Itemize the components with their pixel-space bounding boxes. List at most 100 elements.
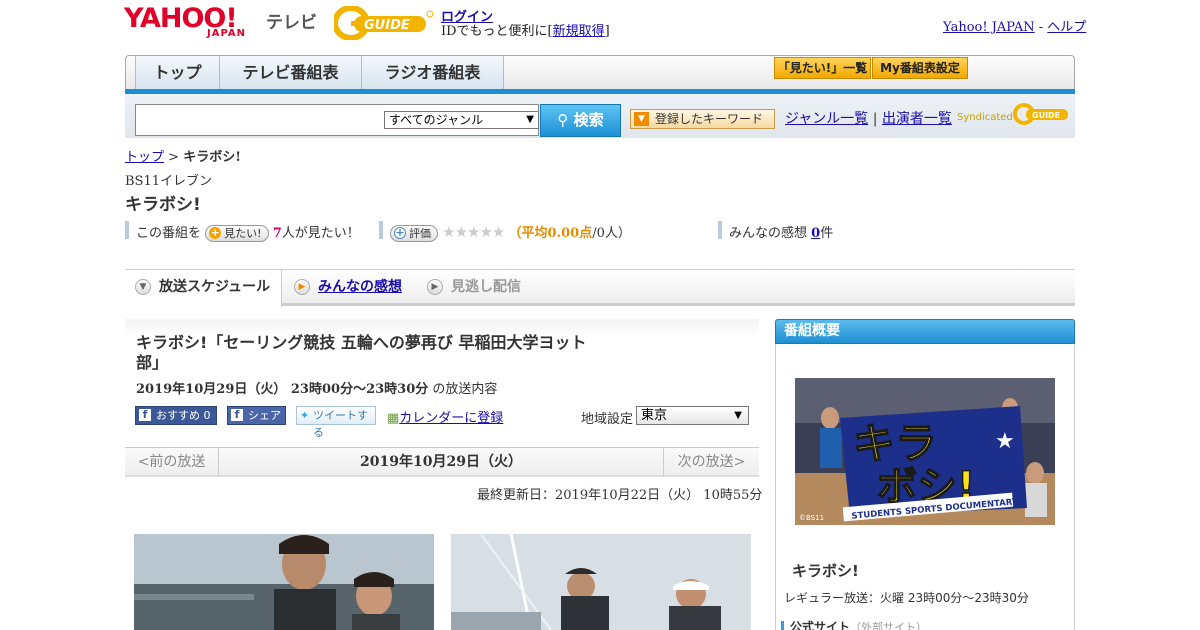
genre-select-value: すべてのジャンル bbox=[389, 113, 484, 127]
chevron-down-icon: ▼ bbox=[135, 279, 151, 295]
content-tabs: ▼ 放送スケジュール ▶ みんなの感想 ▶ 見逃し配信 bbox=[125, 269, 1075, 307]
genre-select[interactable]: すべてのジャンル ▼ bbox=[384, 111, 539, 129]
calendar-icon: ▦ bbox=[387, 411, 400, 426]
facebook-recommend-label: おすすめ 0 bbox=[156, 409, 211, 422]
want-button-label: 見たい! bbox=[224, 227, 262, 240]
calendar-register-link[interactable]: カレンダーに登録 bbox=[399, 411, 503, 426]
login-sub-prefix: IDでもっと便利に[ bbox=[441, 24, 553, 39]
rate-button-label: 評価 bbox=[409, 227, 431, 240]
episode-datetime: 2019年10月29日（火） 23時00分～23時30分 の放送内容 bbox=[136, 378, 497, 397]
impressions-count-link[interactable]: 0 bbox=[811, 226, 820, 241]
nav-tab-tv-schedule[interactable]: テレビ番組表 bbox=[220, 56, 362, 90]
cast-list-link[interactable]: 出演者一覧 bbox=[882, 111, 952, 127]
register-link[interactable]: 新規取得 bbox=[553, 24, 605, 39]
current-broadcast-date: 2019年10月29日（火） bbox=[360, 454, 522, 470]
svg-text:GUIDE: GUIDE bbox=[364, 18, 410, 33]
my-schedule-button[interactable]: My番組表設定 bbox=[872, 57, 968, 79]
tab-impressions[interactable]: ▶ みんなの感想 bbox=[284, 270, 414, 304]
regular-broadcast-time: レギュラー放送：火曜 23時00分～23時30分 bbox=[784, 591, 1029, 605]
key-visual-title-1: キラ bbox=[853, 419, 937, 468]
login-sub-suffix: ] bbox=[604, 24, 610, 39]
channel-name: BS11イレブン bbox=[125, 174, 213, 189]
search-button[interactable]: ⚲ 検索 bbox=[540, 104, 621, 137]
episode-title: キラボシ!「セーリング競技 五輪への夢再び 早稲田大学ヨット部」 bbox=[136, 333, 587, 372]
registered-keywords-label: 登録したキーワード bbox=[655, 112, 764, 126]
want-list-button[interactable]: 「見たい!」一覧 bbox=[774, 57, 871, 79]
tab-catchup: ▶ 見逃し配信 bbox=[417, 270, 547, 304]
impressions-label: みんなの感想 bbox=[729, 226, 808, 241]
tab-schedule-label: 放送スケジュール bbox=[159, 279, 271, 295]
nav-tab-top[interactable]: トップ bbox=[135, 56, 220, 90]
login-subtext: IDでもっと便利に[新規取得] bbox=[441, 20, 610, 39]
play-arrow-icon: ▶ bbox=[427, 279, 443, 295]
key-visual-copyright: ©BS11 bbox=[799, 514, 824, 522]
tweet-button[interactable]: ✦ ツイートする bbox=[296, 406, 376, 439]
stat-divider bbox=[718, 221, 722, 239]
main-navbar: トップ テレビ番組表 ラジオ番組表 「見たい!」一覧 My番組表設定 bbox=[125, 55, 1075, 93]
registered-keywords-button[interactable]: ▼ 登録したキーワード bbox=[630, 109, 775, 129]
want-suffix: 人が見たい！ bbox=[281, 226, 360, 241]
syndicated-label: Syndicated bbox=[957, 112, 1013, 123]
region-label: 地域設定 bbox=[581, 412, 634, 427]
episode-date-suffix: の放送内容 bbox=[428, 382, 498, 397]
tab-catchup-label: 見逃し配信 bbox=[451, 279, 521, 295]
gguide-syndicated-logo: GUIDE bbox=[1012, 102, 1070, 126]
tab-impressions-label[interactable]: みんなの感想 bbox=[318, 279, 402, 295]
episode-photo-sailors bbox=[134, 534, 434, 630]
plus-icon: + bbox=[394, 226, 406, 239]
chevron-down-icon: ▼ bbox=[526, 114, 534, 125]
facebook-icon: f bbox=[231, 409, 243, 421]
broadcast-date-nav: <前の放送 2019年10月29日（火） 次の放送> bbox=[125, 447, 759, 477]
program-summary-heading: 番組概要 bbox=[775, 319, 1075, 344]
breadcrumb-current: キラボシ! bbox=[183, 150, 241, 165]
episode-photo-boat bbox=[451, 534, 751, 630]
chevron-down-icon: ▼ bbox=[734, 410, 742, 421]
plus-icon: + bbox=[209, 226, 222, 239]
official-site-label: 公式サイト bbox=[790, 620, 851, 630]
stat-divider bbox=[125, 221, 129, 239]
yahoo-logo-japan: JAPAN bbox=[207, 28, 246, 39]
want-stat: この番組を + 見たい! 7人が見たい！ bbox=[136, 222, 360, 242]
yahoo-japan-link[interactable]: Yahoo! JAPAN bbox=[943, 20, 1035, 35]
region-select[interactable]: 東京 ▼ bbox=[636, 406, 749, 425]
impressions-stat: みんなの感想 0件 bbox=[729, 222, 833, 241]
breadcrumb-top-link[interactable]: トップ bbox=[125, 150, 164, 165]
tv-logo-label[interactable]: テレビ bbox=[266, 8, 317, 33]
official-site-heading: 公式サイト（外部サイト） bbox=[781, 621, 927, 630]
avg-open: （ bbox=[508, 226, 522, 241]
breadcrumb-sep: > bbox=[164, 150, 184, 165]
sidebar-program-title: キラボシ! bbox=[792, 562, 859, 580]
dropdown-triangle-icon: ▼ bbox=[634, 112, 649, 126]
want-button[interactable]: + 見たい! bbox=[205, 225, 269, 242]
top-links: Yahoo! JAPAN - ヘルプ bbox=[943, 16, 1086, 35]
genre-list-link[interactable]: ジャンル一覧 bbox=[785, 111, 868, 127]
svg-text:GUIDE: GUIDE bbox=[1032, 111, 1060, 120]
facebook-icon: f bbox=[139, 409, 151, 421]
facebook-share-label: シェア bbox=[248, 409, 281, 422]
program-stats: この番組を + 見たい! 7人が見たい！ + 評価 ★★★★★ （平均0.00点/0… bbox=[125, 221, 1075, 242]
help-link[interactable]: ヘルプ bbox=[1047, 20, 1086, 35]
region-select-value: 東京 bbox=[641, 408, 668, 423]
next-broadcast-link: 次の放送> bbox=[663, 448, 759, 476]
page-title: キラボシ! bbox=[125, 195, 201, 215]
external-site-note: （外部サイト） bbox=[850, 621, 928, 630]
want-count: 7 bbox=[272, 226, 282, 241]
nav-tab-radio-schedule[interactable]: ラジオ番組表 bbox=[362, 56, 504, 90]
stat-divider bbox=[379, 221, 383, 239]
avg-score: 平均0.00点 bbox=[521, 226, 593, 241]
rating-stars: ★★★★★ bbox=[442, 223, 505, 241]
episode-date: 2019年10月29日（火） 23時00分～23時30分 bbox=[136, 382, 429, 397]
search-links: ジャンル一覧 | 出演者一覧 bbox=[785, 108, 952, 128]
rating-stat: + 評価 ★★★★★ （平均0.00点/0人） bbox=[390, 222, 631, 242]
want-prefix: この番組を bbox=[136, 226, 202, 241]
facebook-recommend-button[interactable]: f おすすめ 0 bbox=[135, 406, 217, 425]
gguide-logo[interactable]: GUIDE bbox=[332, 5, 434, 41]
tab-schedule[interactable]: ▼ 放送スケジュール bbox=[125, 270, 282, 307]
rate-button[interactable]: + 評価 bbox=[390, 225, 438, 242]
program-key-visual: キラ ボシ! ★ STUDENTS SPORTS DOCUMENTARY ©BS… bbox=[795, 378, 1055, 525]
avg-people: /0人） bbox=[592, 226, 631, 241]
star-icon: ★ bbox=[995, 429, 1015, 454]
facebook-share-button[interactable]: f シェア bbox=[227, 406, 286, 425]
breadcrumb: トップ > キラボシ! bbox=[125, 146, 241, 165]
search-links-divider: | bbox=[872, 111, 878, 127]
